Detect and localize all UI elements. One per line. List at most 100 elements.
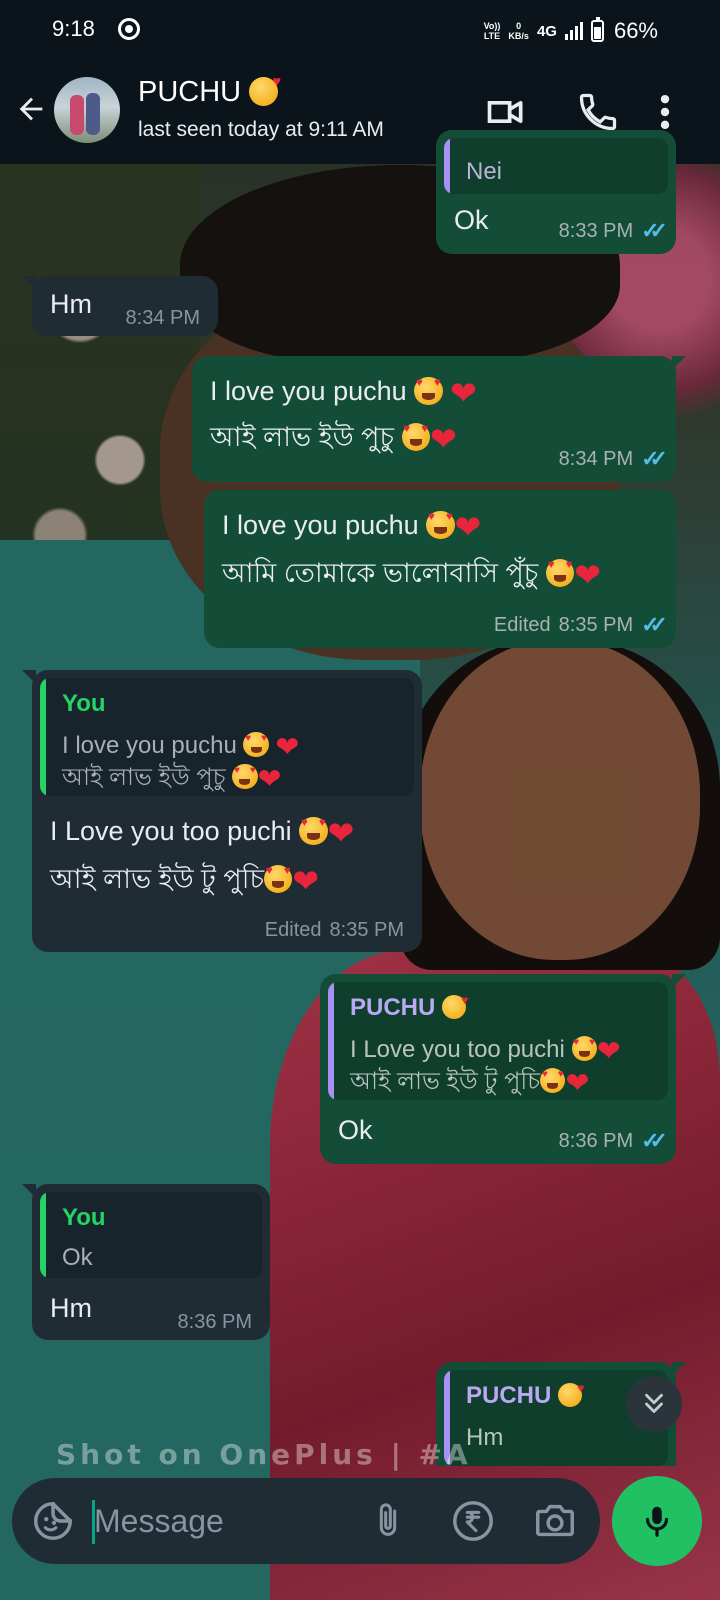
avatar[interactable] [54, 77, 120, 143]
quoted-sender: You [62, 690, 106, 717]
message-line-2: আমি তোমাকে ভালোবাসি পুঁচু [222, 558, 539, 588]
message-line-2: আই লাভ ইউ পুচু [210, 422, 395, 452]
message-bubble-incoming[interactable]: Hm 8:34 PM [22, 276, 218, 336]
read-ticks-icon: ✓✓ [641, 1128, 668, 1153]
message-time: 8:36 PM [558, 1129, 634, 1152]
heart-eyes-emoji-icon [299, 816, 328, 845]
message-meta: 8:36 PM ✓✓ [558, 1128, 668, 1154]
volte-indicator: Vo)) LTE [483, 21, 501, 41]
video-camera-icon[interactable] [484, 90, 528, 134]
read-ticks-icon: ✓✓ [641, 612, 668, 637]
quoted-sender: PUCHU [350, 993, 468, 1022]
red-heart-icon: ❤ [292, 862, 320, 899]
red-heart-icon: ❤ [327, 814, 355, 851]
message-time: 8:34 PM [125, 307, 200, 329]
heart-eyes-emoji-icon [426, 510, 455, 539]
message-line-1: I love you puchu [210, 376, 407, 406]
message-meta: 8:34 PM [126, 307, 200, 330]
red-heart-icon: ❤ [565, 1067, 590, 1100]
quoted-sender: You [62, 1204, 106, 1231]
status-bar: 9:18 Vo)) LTE 0 KB/s 4G 66% [0, 0, 720, 60]
smiling-face-with-hearts-icon [442, 993, 468, 1019]
quoted-text: Nei [466, 158, 503, 185]
message-bubble-outgoing[interactable]: PUCHU I Love you too puchi ❤ আই লাভ ইউ ট… [320, 974, 686, 1164]
red-heart-icon: ❤ [429, 420, 457, 457]
camera-icon[interactable] [532, 1498, 578, 1544]
contact-name[interactable]: PUCHU [138, 74, 281, 109]
voice-message-button[interactable] [612, 1476, 702, 1566]
smiling-face-with-hearts-icon [249, 74, 281, 106]
paperclip-icon[interactable] [368, 1498, 408, 1544]
microphone-icon [645, 1506, 669, 1537]
heart-eyes-emoji-icon [540, 1068, 566, 1094]
red-heart-icon: ❤ [275, 731, 300, 764]
rupee-icon[interactable] [450, 1498, 496, 1544]
phone-icon[interactable] [576, 90, 620, 134]
message-time: 8:35 PM [329, 919, 404, 941]
heart-eyes-emoji-icon [545, 558, 575, 587]
message-text: I love you puchu ❤ আই লাভ ইউ পুচু ❤ [210, 366, 477, 462]
message-text: Ok [454, 205, 489, 235]
message-meta: Edited 8:35 PM ✓✓ [493, 612, 668, 638]
battery-icon [590, 17, 604, 42]
camera-watermark: Shot on OnePlus | #A [56, 1438, 472, 1471]
message-text: Hm [50, 289, 92, 319]
read-ticks-icon: ✓✓ [641, 218, 668, 243]
message-text: Ok [338, 1115, 373, 1145]
heart-eyes-emoji-icon [414, 376, 443, 405]
double-chevron-down-icon [645, 1393, 663, 1413]
sticker-icon[interactable] [30, 1498, 76, 1544]
message-bubble-incoming[interactable]: You I love you puchu ❤ আই লাভ ইউ পুচু ❤ … [22, 670, 422, 952]
status-time: 9:18 [52, 16, 95, 41]
signal-icon [564, 22, 583, 40]
message-line-1: I love you puchu [222, 510, 419, 540]
last-seen-status: last seen today at 9:11 AM [138, 118, 384, 141]
message-text: Hm [50, 1293, 92, 1323]
message-bubble-incoming[interactable]: You Ok Hm 8:36 PM [22, 1184, 270, 1340]
heart-eyes-emoji-icon [401, 422, 430, 451]
message-bubble-outgoing[interactable]: I love you puchu ❤ আমি তোমাকে ভালোবাসি প… [204, 490, 676, 648]
data-speed-indicator: 0 KB/s [508, 21, 529, 41]
red-heart-icon: ❤ [450, 374, 477, 411]
red-heart-icon: ❤ [257, 763, 282, 796]
message-meta: Edited 8:35 PM [265, 919, 404, 942]
heart-eyes-emoji-icon [264, 864, 293, 893]
battery-percent: 66% [613, 18, 658, 43]
message-meta: 8:36 PM [178, 1311, 252, 1334]
red-heart-icon: ❤ [596, 1035, 621, 1068]
quoted-sender: PUCHU [466, 1381, 584, 1410]
network-type: 4G [536, 22, 557, 40]
more-vertical-icon[interactable] [650, 90, 680, 134]
edited-label: Edited [264, 919, 322, 941]
message-meta: 8:34 PM ✓✓ [558, 446, 668, 472]
red-heart-icon: ❤ [574, 556, 601, 593]
scroll-to-bottom-button[interactable] [626, 1376, 682, 1432]
notification-app-icon [118, 18, 140, 40]
smiling-face-with-hearts-icon [558, 1381, 584, 1407]
quoted-text: I love you puchu ❤ আই লাভ ইউ পুচু ❤ [62, 730, 299, 794]
message-time: 8:34 PM [558, 447, 634, 470]
heart-eyes-emoji-icon [232, 764, 258, 790]
red-heart-icon: ❤ [454, 508, 482, 545]
quoted-message[interactable]: You Ok [40, 1192, 262, 1278]
message-bubble-outgoing[interactable]: Nei Ok 8:33 PM ✓✓ [436, 130, 676, 254]
message-time: 8:33 PM [558, 219, 634, 242]
quoted-message[interactable]: Nei [444, 138, 668, 194]
contact-name-text: PUCHU [138, 76, 242, 108]
message-line-2: আই লাভ ইউ টু পুচি [50, 864, 265, 894]
arrow-left-icon[interactable] [14, 92, 48, 126]
edited-label: Edited [493, 613, 551, 636]
quoted-message[interactable]: PUCHU I Love you too puchi ❤ আই লাভ ইউ ট… [328, 982, 668, 1100]
read-ticks-icon: ✓✓ [641, 446, 668, 471]
quoted-message[interactable]: You I love you puchu ❤ আই লাভ ইউ পুচু ❤ [40, 678, 414, 796]
message-bubble-outgoing[interactable]: I love you puchu ❤ আই লাভ ইউ পুচু ❤ 8:34… [192, 356, 686, 482]
quoted-text: Ok [62, 1244, 93, 1271]
message-input[interactable] [94, 1492, 354, 1550]
message-time: 8:36 PM [177, 1311, 252, 1333]
message-text: I love you puchu ❤ আমি তোমাকে ভালোবাসি প… [222, 500, 601, 598]
heart-eyes-emoji-icon [571, 1036, 597, 1062]
message-meta: 8:33 PM ✓✓ [558, 218, 668, 244]
message-composer [12, 1478, 600, 1564]
heart-eyes-emoji-icon [243, 732, 269, 758]
quoted-text: I Love you too puchi ❤ আই লাভ ইউ টু পুচি… [350, 1034, 620, 1098]
